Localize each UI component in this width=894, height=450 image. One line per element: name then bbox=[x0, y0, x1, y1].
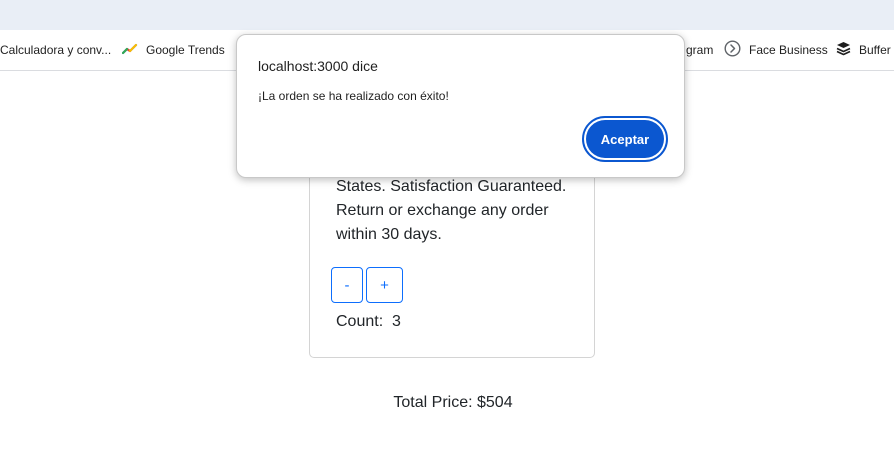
increment-button[interactable]: + bbox=[366, 267, 403, 303]
count-label: Count: bbox=[336, 313, 388, 330]
product-description: States. Satisfaction Guaranteed. Return … bbox=[336, 178, 567, 243]
bookmark-google-trends[interactable]: Google Trends bbox=[121, 30, 225, 70]
count-value: 3 bbox=[392, 313, 401, 330]
dialog-message: ¡La orden se ha realizado con éxito! bbox=[258, 89, 449, 103]
google-trends-icon bbox=[121, 41, 138, 60]
dialog-title: localhost:3000 dice bbox=[258, 58, 378, 74]
face-business-icon bbox=[724, 40, 741, 60]
browser-tab-strip bbox=[0, 0, 894, 30]
bookmark-instagram[interactable]: gram bbox=[686, 30, 713, 70]
buffer-icon bbox=[836, 41, 851, 59]
bookmark-face-business[interactable]: Face Business bbox=[724, 30, 828, 70]
bookmark-label: gram bbox=[686, 43, 714, 57]
total-price: Total Price: $504 bbox=[393, 394, 513, 411]
bookmark-label: Google Trends bbox=[146, 43, 225, 57]
bookmark-label: Calculadora y conv... bbox=[0, 43, 112, 57]
item-count: Count: 3 bbox=[336, 313, 401, 331]
bookmark-calculadora[interactable]: Calculadora y conv... bbox=[0, 30, 111, 70]
decrement-button[interactable]: - bbox=[331, 267, 363, 303]
bookmark-buffer[interactable]: Buffer bbox=[836, 30, 891, 70]
bookmark-label: Face Business bbox=[749, 43, 828, 57]
accept-button[interactable]: Aceptar bbox=[582, 116, 668, 162]
alert-dialog: localhost:3000 dice ¡La orden se ha real… bbox=[236, 34, 685, 178]
product-card: States. Satisfaction Guaranteed. Return … bbox=[309, 150, 595, 358]
bookmark-label: Buffer bbox=[859, 43, 891, 57]
